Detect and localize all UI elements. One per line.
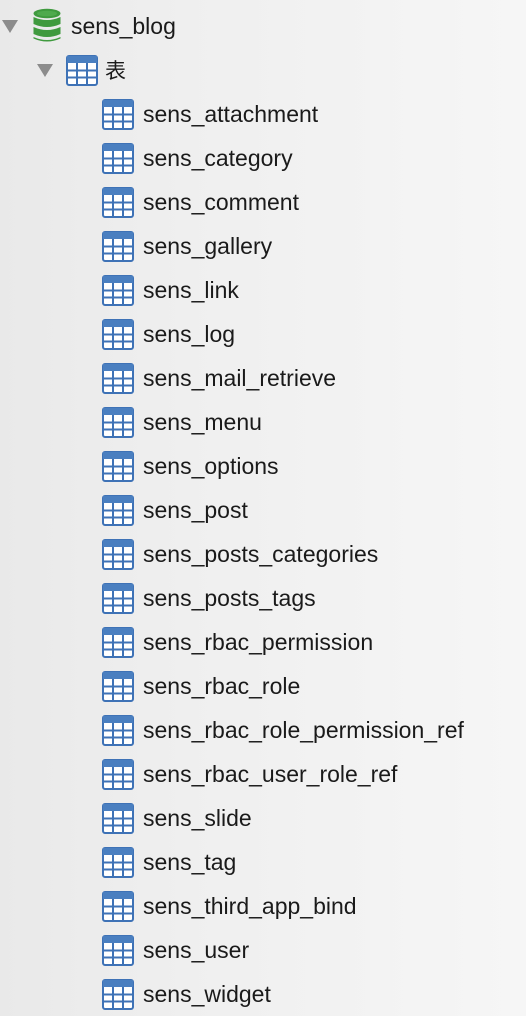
table-icon: [102, 670, 134, 702]
table-name: sens_category: [143, 144, 293, 171]
table-icon: [102, 406, 134, 438]
table-icon: [102, 802, 134, 834]
table-group-icon: [66, 54, 98, 86]
table-item[interactable]: sens_rbac_role: [102, 664, 300, 708]
table-icon: [102, 230, 134, 262]
navigator-tree: sens_blog 表 sens_attachment sens_category…: [0, 0, 526, 1010]
table-item[interactable]: sens_user: [102, 928, 249, 972]
table-name: sens_gallery: [143, 232, 273, 259]
table-item[interactable]: sens_gallery: [102, 224, 272, 268]
table-name: sens_user: [143, 936, 250, 963]
database-row[interactable]: sens_blog: [0, 4, 176, 48]
table-icon: [102, 450, 134, 482]
table-item[interactable]: sens_rbac_permission: [102, 620, 373, 664]
table-icon: [102, 934, 134, 966]
table-name: sens_posts_categories: [143, 540, 379, 567]
table-name: sens_posts_tags: [143, 584, 316, 611]
table-name: sens_rbac_user_role_ref: [143, 760, 398, 787]
table-icon: [102, 582, 134, 614]
table-icon: [102, 538, 134, 570]
table-item[interactable]: sens_rbac_user_role_ref: [102, 752, 397, 796]
chevron-down-icon[interactable]: [2, 19, 18, 33]
table-item[interactable]: sens_widget: [102, 972, 271, 1016]
table-item[interactable]: sens_posts_tags: [102, 576, 316, 620]
table-item[interactable]: sens_log: [102, 312, 235, 356]
table-name: sens_post: [143, 496, 248, 523]
table-icon: [102, 318, 134, 350]
table-name: sens_log: [143, 320, 236, 347]
table-icon: [102, 142, 134, 174]
table-name: sens_rbac_role: [143, 672, 301, 699]
table-icon: [102, 186, 134, 218]
table-name: sens_comment: [143, 188, 299, 215]
table-item[interactable]: sens_third_app_bind: [102, 884, 357, 928]
table-name: sens_third_app_bind: [143, 892, 357, 919]
table-icon: [102, 274, 134, 306]
table-icon: [102, 714, 134, 746]
database-name: sens_blog: [71, 12, 176, 39]
table-name: sens_slide: [143, 804, 252, 831]
table-item[interactable]: sens_mail_retrieve: [102, 356, 336, 400]
table-name: sens_options: [143, 452, 279, 479]
table-icon: [102, 494, 134, 526]
table-item[interactable]: sens_post: [102, 488, 248, 532]
table-name: sens_link: [143, 276, 239, 303]
table-item[interactable]: sens_category: [102, 136, 293, 180]
table-icon: [102, 758, 134, 790]
table-name: sens_tag: [143, 848, 237, 875]
table-name: sens_rbac_permission: [143, 628, 374, 655]
tables-group-label: 表: [105, 59, 126, 83]
table-name: sens_attachment: [143, 100, 319, 127]
table-item[interactable]: sens_attachment: [102, 92, 318, 136]
table-name: sens_mail_retrieve: [143, 364, 337, 391]
table-icon: [102, 626, 134, 658]
table-icon: [102, 362, 134, 394]
table-name: sens_rbac_role_permission_ref: [143, 716, 464, 743]
table-item[interactable]: sens_link: [102, 268, 239, 312]
table-item[interactable]: sens_rbac_role_permission_ref: [102, 708, 464, 752]
database-icon: [33, 8, 61, 42]
table-icon: [102, 890, 134, 922]
table-item[interactable]: sens_comment: [102, 180, 299, 224]
table-item[interactable]: sens_menu: [102, 400, 262, 444]
tables-group-row[interactable]: 表: [0, 48, 126, 92]
table-name: sens_menu: [143, 408, 262, 435]
chevron-down-icon[interactable]: [37, 63, 53, 77]
table-item[interactable]: sens_options: [102, 444, 279, 488]
table-icon: [102, 978, 134, 1010]
table-item[interactable]: sens_posts_categories: [102, 532, 378, 576]
table-icon: [102, 98, 134, 130]
table-icon: [102, 846, 134, 878]
table-item[interactable]: sens_slide: [102, 796, 252, 840]
table-item[interactable]: sens_tag: [102, 840, 236, 884]
table-name: sens_widget: [143, 980, 271, 1007]
